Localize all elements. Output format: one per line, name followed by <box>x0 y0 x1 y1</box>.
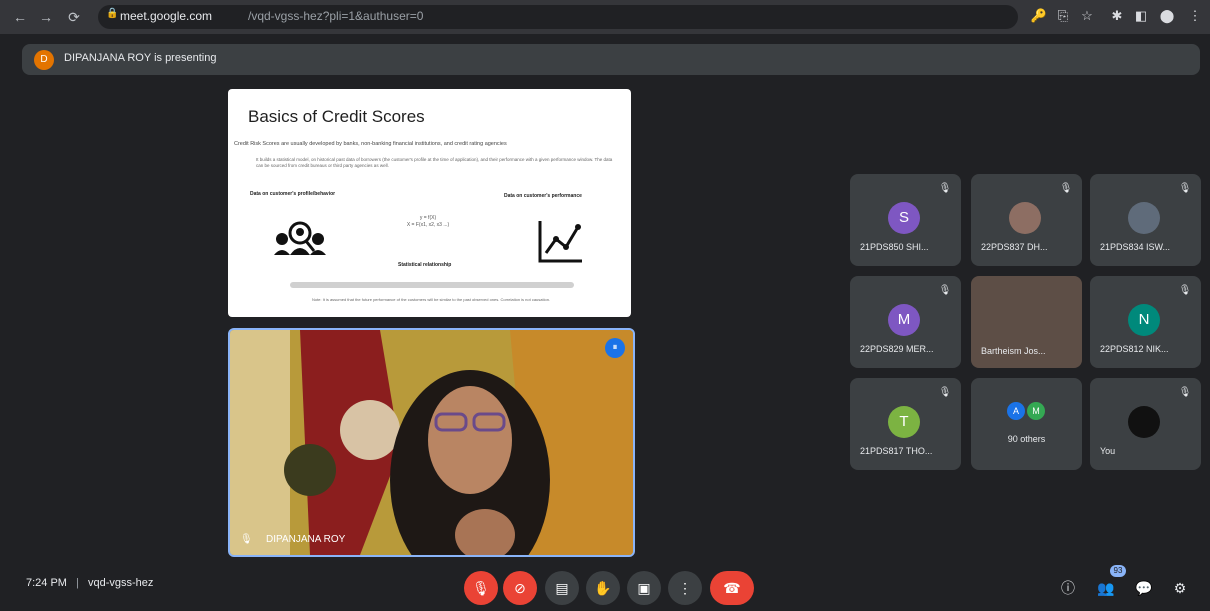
presenter-video-frame <box>230 330 633 555</box>
others-tile[interactable]: A M 90 others <box>971 378 1082 470</box>
participant-tile[interactable]: 🎙 22PDS837 DH... <box>971 174 1082 266</box>
separator: | <box>76 577 79 589</box>
participant-photo <box>1009 202 1041 234</box>
participant-name: 22PDS837 DH... <box>981 242 1048 252</box>
back-icon[interactable]: ← <box>10 7 30 27</box>
participant-tile[interactable]: 🎙 You <box>1090 378 1201 470</box>
captions-icon: ▤ <box>555 580 569 596</box>
participant-name: 21PDS850 SHI... <box>860 242 929 252</box>
participant-name: 21PDS834 ISW... <box>1100 242 1171 252</box>
participant-photo <box>1128 202 1160 234</box>
present-icon: ▣ <box>637 580 651 596</box>
participant-tile[interactable]: 🎙 N 22PDS812 NIK... <box>1090 276 1201 368</box>
slide-formula: y = f(X) X = F(x1, x2, x3 ...) <box>406 215 450 228</box>
slide-title: Basics of Credit Scores <box>248 107 425 126</box>
others-avatar: A <box>1007 402 1025 420</box>
end-call-icon: ☎ <box>723 580 741 596</box>
profile-avatar-icon[interactable]: ⬤ <box>1158 7 1176 25</box>
chat-icon[interactable]: 💬 <box>1132 576 1156 600</box>
meeting-code: vqd-vgss-hez <box>87 577 154 589</box>
presenter-name: DIPANJANA ROY <box>266 534 346 545</box>
participant-name: 22PDS829 MER... <box>860 344 934 354</box>
participant-tile[interactable]: 🎙 S 21PDS850 SHI... <box>850 174 961 266</box>
mic-muted-icon: 🎙 <box>938 387 952 398</box>
camera-off-icon: ⊘ <box>514 580 526 596</box>
mic-muted-icon: 🎙 <box>938 183 952 194</box>
mic-muted-icon: 🎙 <box>938 285 952 296</box>
others-avatar: M <box>1027 402 1045 420</box>
people-icon[interactable]: 👥 <box>1094 576 1118 600</box>
participant-name: 22PDS812 NIK... <box>1100 344 1169 354</box>
mic-off-button[interactable]: 🎙 <box>464 571 498 605</box>
share-icon[interactable]: ⎘ <box>1054 7 1072 25</box>
url-path: /vqd-vgss-hez?pli=1&authuser=0 <box>248 9 424 23</box>
address-bar[interactable]: 🔒 meet.google.com /vqd-vgss-hez?pli=1&au… <box>98 5 1018 29</box>
mic-muted-icon: 🎙 <box>1178 285 1192 296</box>
reload-icon[interactable]: ⟳ <box>64 7 84 27</box>
participant-avatar: S <box>888 202 920 234</box>
forward-icon[interactable]: → <box>36 7 56 27</box>
camera-off-button[interactable]: ⊘ <box>503 571 537 605</box>
self-name: You <box>1100 446 1116 456</box>
captions-button[interactable]: ▤ <box>545 571 579 605</box>
presenter-video[interactable]: ⏸ 🎙 DIPANJANA ROY <box>228 328 635 557</box>
more-options-icon: ⋮ <box>678 580 692 596</box>
slide-right-heading: Data on customer's performance <box>504 193 582 199</box>
mic-muted-icon: 🎙 <box>1178 183 1192 194</box>
end-call-button[interactable]: ☎ <box>710 571 754 605</box>
mic-icon: 🎙 <box>240 534 253 545</box>
participant-avatar: T <box>888 406 920 438</box>
slide-intro-line: Credit Risk Scores are usually developed… <box>234 141 507 147</box>
mic-off-icon: 🎙 <box>472 580 490 596</box>
url-host: meet.google.com <box>120 9 213 23</box>
slide-footer: Note: It is assumed that the future perf… <box>311 297 551 302</box>
extensions-icon[interactable]: ✱ <box>1108 7 1126 25</box>
others-count: 90 others <box>1007 434 1046 444</box>
participant-tile[interactable]: 🎙 T 21PDS817 THO... <box>850 378 961 470</box>
presenter-avatar: D <box>34 50 54 70</box>
participant-tile[interactable]: 🎙 M 22PDS829 MER... <box>850 276 961 368</box>
browser-menu-icon[interactable]: ⋮ <box>1186 7 1204 25</box>
raise-hand-button[interactable]: ✋ <box>586 571 620 605</box>
slide-progress-bar <box>290 282 574 288</box>
participant-name: Bartheism Jos... <box>981 346 1046 356</box>
slide-left-heading: Data on customer's profile/behavior <box>250 191 336 197</box>
meeting-time: 7:24 PM <box>26 577 67 589</box>
presenting-banner: D DIPANJANA ROY is presenting <box>22 44 1200 75</box>
key-icon[interactable]: 🔑 <box>1030 7 1048 25</box>
mic-muted-icon: 🎙 <box>1059 183 1073 194</box>
presentation-slide: Basics of Credit Scores Credit Risk Scor… <box>228 89 631 317</box>
participant-tile[interactable]: 🎙 21PDS834 ISW... <box>1090 174 1201 266</box>
slide-paragraph: It builds a statistical model, on histor… <box>256 157 613 168</box>
activities-icon[interactable]: ⚙ <box>1168 576 1192 600</box>
meeting-details-icon[interactable]: ⓘ <box>1056 576 1080 600</box>
side-panel-icon[interactable]: ◧ <box>1132 7 1150 25</box>
participant-avatar: N <box>1128 304 1160 336</box>
people-group-icon <box>274 221 326 255</box>
participant-tile[interactable]: Bartheism Jos... <box>971 276 1082 368</box>
browser-toolbar: ← → ⟳ 🔒 meet.google.com /vqd-vgss-hez?pl… <box>0 0 1210 34</box>
bookmark-star-icon[interactable]: ☆ <box>1078 7 1096 25</box>
mic-muted-icon: 🎙 <box>1178 387 1192 398</box>
lock-icon: 🔒 <box>106 8 119 19</box>
meeting-info: 7:24 PM | vqd-vgss-hez <box>26 577 153 589</box>
raise-hand-icon: ✋ <box>594 580 612 596</box>
participant-avatar: M <box>888 304 920 336</box>
self-photo <box>1128 406 1160 438</box>
slide-model-label: Statistical relationship <box>398 262 452 268</box>
present-button[interactable]: ▣ <box>627 571 661 605</box>
trend-chart-icon <box>538 221 582 263</box>
more-options-button[interactable]: ⋮ <box>668 571 702 605</box>
presenting-text: DIPANJANA ROY is presenting <box>64 52 217 64</box>
audio-level-icon: ⏸ <box>605 338 625 358</box>
participant-name: 21PDS817 THO... <box>860 446 933 456</box>
